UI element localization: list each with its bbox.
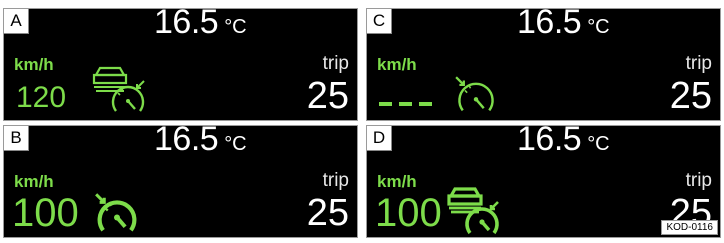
temperature-value: 16.5	[517, 8, 582, 41]
temperature-unit: °C	[587, 16, 610, 38]
trip-label: trip	[685, 53, 712, 74]
temperature-value: 16.5	[154, 125, 219, 158]
display-panel-a: A 16.5 °C km/h 120 trip 25	[3, 8, 358, 121]
speedometer-set-icon	[455, 76, 494, 112]
set-speed-value: 100	[12, 191, 79, 235]
speedometer-active-icon	[95, 193, 137, 232]
trip-label: trip	[685, 170, 712, 191]
temperature-value: 16.5	[517, 125, 582, 158]
temperature-unit: °C	[587, 133, 610, 155]
panel-label: D	[367, 126, 392, 151]
speed-unit-label: km/h	[14, 172, 54, 191]
outside-temperature: 16.5 °C	[517, 125, 610, 159]
figure-code-label: KOD-0116	[661, 220, 718, 235]
speed-unit-label: km/h	[14, 55, 54, 74]
set-speed-value: 100	[375, 191, 442, 235]
temperature-unit: °C	[224, 133, 247, 155]
outside-temperature: 16.5 °C	[517, 8, 610, 42]
speedometer-active-icon	[465, 201, 499, 235]
trip-label: trip	[322, 53, 349, 74]
set-speed-value: 120	[16, 81, 67, 114]
panel-label: C	[367, 9, 392, 34]
display-panel-b: B 16.5 °C km/h 100 trip 25	[3, 125, 358, 238]
temperature-unit: °C	[224, 16, 247, 38]
panel-label: A	[4, 9, 29, 34]
outside-temperature: 16.5 °C	[154, 125, 247, 159]
speed-unit-label: km/h	[377, 55, 417, 74]
temperature-value: 16.5	[154, 8, 219, 41]
trip-value: 25	[306, 192, 349, 234]
outside-temperature: 16.5 °C	[154, 8, 247, 42]
display-panel-c: C 16.5 °C km/h trip 25	[366, 8, 721, 121]
speed-unit-label: km/h	[377, 172, 417, 191]
trip-value: 25	[669, 75, 712, 117]
trip-label: trip	[322, 170, 349, 191]
panel-label: B	[4, 126, 29, 151]
trip-value: 25	[306, 75, 349, 117]
set-speed-placeholder	[379, 102, 435, 106]
display-panel-d: D 16.5 °C km/h 100 trip 25 KOD-0116	[366, 125, 721, 238]
speedometer-set-icon	[111, 80, 145, 112]
